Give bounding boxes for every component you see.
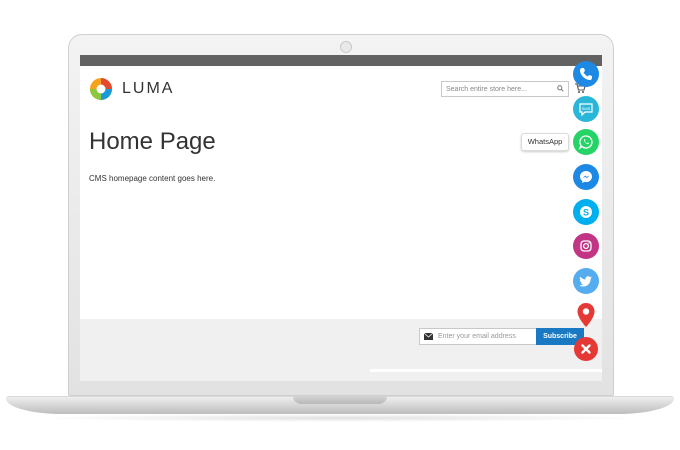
twitter-icon [579, 276, 592, 287]
scroll-bar [370, 369, 602, 372]
brand-name[interactable]: LUMA [122, 80, 174, 98]
twitter-button[interactable] [573, 268, 599, 294]
sms-button[interactable]: SMS [573, 96, 599, 122]
screen: LUMA Search entire store here... Home Pa… [80, 55, 602, 381]
close-icon [581, 344, 591, 354]
email-placeholder: Enter your email address [438, 333, 516, 340]
close-button[interactable] [574, 337, 598, 361]
svg-text:S: S [583, 207, 589, 217]
laptop-notch [293, 396, 387, 404]
whatsapp-tooltip: WhatsApp [521, 133, 569, 151]
search-icon[interactable] [557, 85, 564, 92]
luma-logo-icon[interactable] [89, 77, 113, 101]
svg-text:SMS: SMS [582, 106, 591, 111]
skype-button[interactable]: S [573, 199, 599, 225]
whatsapp-icon [578, 135, 593, 150]
laptop-shadow [30, 414, 650, 422]
map-pin-button[interactable] [576, 302, 596, 328]
search-input[interactable]: Search entire store here... [441, 81, 569, 97]
skype-icon: S [580, 206, 592, 218]
phone-icon [580, 68, 592, 80]
search-placeholder: Search entire store here... [446, 86, 527, 93]
top-bar [80, 55, 602, 66]
mail-icon [424, 333, 433, 340]
instagram-icon [580, 240, 592, 252]
sms-icon: SMS [579, 103, 593, 117]
messenger-icon [580, 171, 592, 183]
email-field[interactable]: Enter your email address [419, 328, 537, 345]
map-pin-icon [577, 303, 595, 327]
whatsapp-button[interactable] [573, 129, 599, 155]
messenger-button[interactable] [573, 164, 599, 190]
page-content: CMS homepage content goes here. [89, 174, 216, 183]
page-title: Home Page [89, 128, 216, 155]
phone-button[interactable] [573, 61, 599, 87]
instagram-button[interactable] [573, 233, 599, 259]
camera [340, 41, 352, 53]
